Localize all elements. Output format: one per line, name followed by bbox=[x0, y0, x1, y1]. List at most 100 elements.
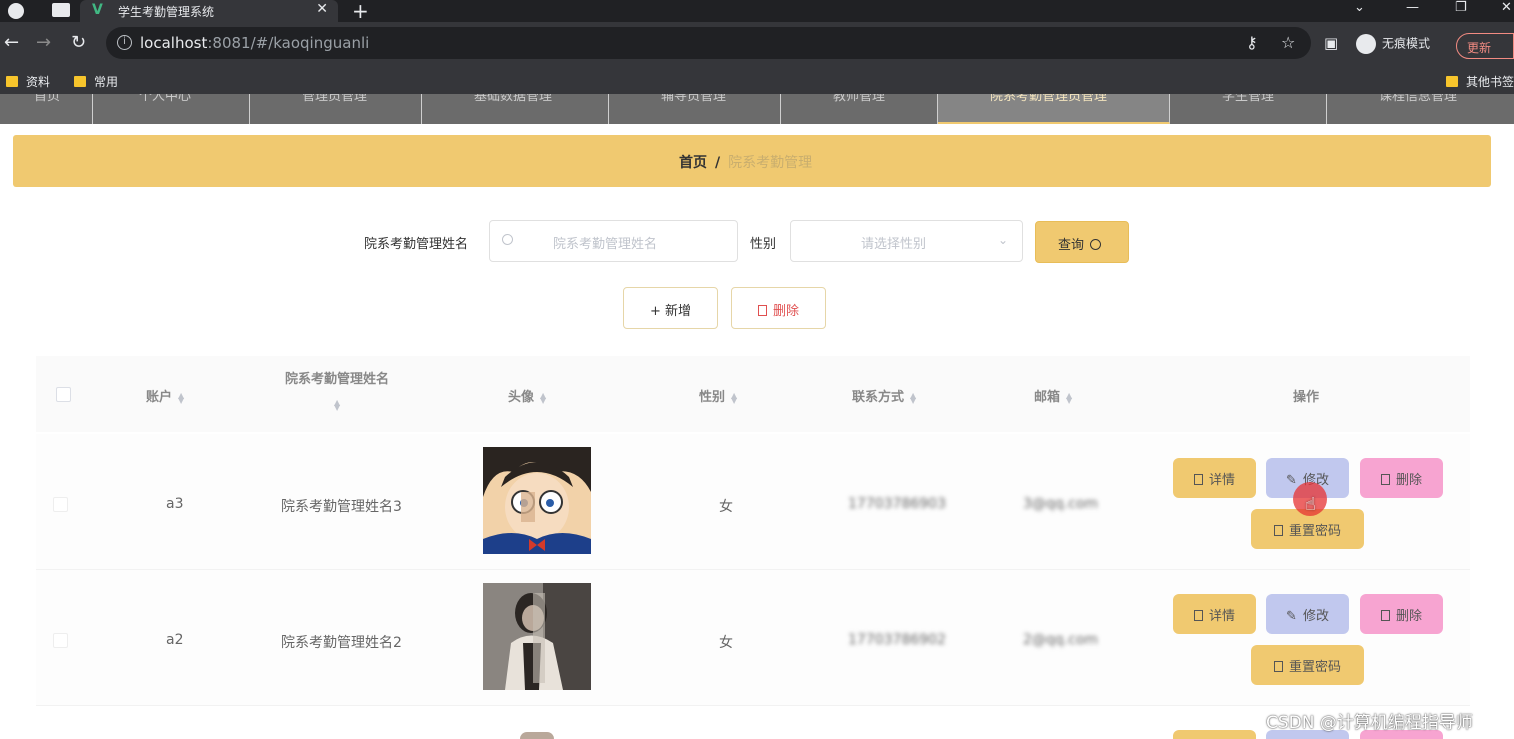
url-host: localhost bbox=[140, 34, 208, 52]
column-label: 邮箱 bbox=[1034, 390, 1061, 405]
update-button[interactable]: 更新 bbox=[1456, 33, 1514, 59]
new-tab-icon[interactable]: + bbox=[352, 0, 369, 23]
globe-icon[interactable] bbox=[8, 3, 24, 19]
detail-label: 详情 bbox=[1208, 473, 1235, 488]
detail-button[interactable] bbox=[1173, 730, 1256, 739]
browser-tab[interactable]: V 学生考勤管理系统 ✕ bbox=[80, 0, 338, 22]
nav-item-home[interactable]: 首页 bbox=[0, 94, 93, 124]
bookmark-label: 常用 bbox=[94, 75, 119, 89]
sort-icon[interactable]: ▲ ▼ bbox=[731, 391, 737, 404]
nav-item-teacher[interactable]: 教师管理 bbox=[781, 94, 938, 124]
site-info-icon[interactable]: i bbox=[117, 35, 132, 50]
nav-label: 院系考勤管理员管理 bbox=[990, 94, 1108, 104]
tab-close-icon[interactable]: ✕ bbox=[316, 1, 328, 17]
sort-icon[interactable]: ▲ ▼ bbox=[1066, 391, 1072, 404]
trash-icon bbox=[1380, 610, 1390, 621]
nav-item-admin[interactable]: 管理员管理 bbox=[250, 94, 422, 124]
bulk-delete-button[interactable]: 删除 bbox=[731, 287, 826, 329]
address-bar: ← → ↻ i localhost:8081/#/kaoqinguanli ⚷ … bbox=[0, 22, 1514, 66]
query-button[interactable]: 查询 bbox=[1035, 221, 1129, 263]
sort-icon[interactable]: ▲ ▼ bbox=[334, 399, 340, 412]
add-button[interactable]: + 新增 bbox=[623, 287, 718, 329]
window-close-icon[interactable]: ✕ bbox=[1501, 0, 1512, 15]
column-header-email[interactable]: 邮箱 ▲ ▼ bbox=[1034, 386, 1072, 405]
sort-icon[interactable]: ▲ ▼ bbox=[540, 391, 546, 404]
tab-search-icon[interactable] bbox=[52, 3, 70, 17]
detail-label: 详情 bbox=[1208, 609, 1235, 624]
bookmarks-bar: 资料 常用 其他书签 bbox=[0, 66, 1514, 94]
avatar[interactable] bbox=[520, 732, 554, 739]
delete-label: 删除 bbox=[1395, 473, 1422, 488]
minimize-icon[interactable]: — bbox=[1406, 0, 1419, 15]
gender-select[interactable]: 请选择性别 ⌄ bbox=[790, 220, 1023, 262]
nav-item-course[interactable]: 课程信息管理 bbox=[1327, 94, 1514, 124]
cell-email: 3@qq.com bbox=[1023, 496, 1099, 512]
edit-button[interactable]: ✎ 修改 bbox=[1266, 594, 1349, 634]
column-label: 院系考勤管理姓名 bbox=[285, 372, 390, 387]
breadcrumb-separator: / bbox=[715, 155, 721, 171]
name-search-input[interactable]: 院系考勤管理姓名 bbox=[489, 220, 738, 262]
sidebar-icon[interactable]: ▣ bbox=[1324, 33, 1338, 53]
document-icon bbox=[1193, 610, 1203, 621]
cell-phone: 17703786902 bbox=[848, 632, 946, 648]
bookmark-folder-2[interactable]: 常用 bbox=[74, 73, 118, 90]
browser-tab-bar: V 学生考勤管理系统 ✕ + ⌄ — ❐ ✕ bbox=[0, 0, 1514, 23]
avatar[interactable] bbox=[483, 583, 591, 690]
url-field[interactable]: i localhost:8081/#/kaoqinguanli ⚷ ☆ bbox=[106, 27, 1311, 59]
bookmark-label: 资料 bbox=[26, 75, 51, 89]
cell-email: 2@qq.com bbox=[1023, 632, 1099, 648]
nav-item-student[interactable]: 学生管理 bbox=[1170, 94, 1327, 124]
top-nav: 首页 个人中心 管理员管理 基础数据管理 辅导员管理 教师管理 院系考勤管理员管… bbox=[0, 94, 1514, 124]
delete-button[interactable]: 删除 bbox=[1360, 458, 1443, 498]
detail-button[interactable]: 详情 bbox=[1173, 594, 1256, 634]
sort-icon[interactable]: ▲ ▼ bbox=[910, 391, 916, 404]
query-label: 查询 bbox=[1058, 238, 1085, 253]
pencil-icon: ✎ bbox=[1286, 609, 1297, 624]
table-row: a3 院系考勤管理姓名3 女 17703786903 3@qq.com 详情 ✎… bbox=[36, 434, 1470, 570]
folder-icon bbox=[74, 76, 86, 87]
nav-label: 课程信息管理 bbox=[1379, 94, 1458, 104]
incognito-label: 无痕模式 bbox=[1382, 36, 1431, 51]
add-label: + 新增 bbox=[649, 304, 692, 319]
bookmark-folder-1[interactable]: 资料 bbox=[6, 73, 50, 90]
column-header-phone[interactable]: 联系方式 ▲ ▼ bbox=[852, 386, 916, 405]
breadcrumb-home[interactable]: 首页 bbox=[679, 155, 707, 171]
cell-account: a3 bbox=[166, 496, 184, 512]
column-header-gender[interactable]: 性别 ▲ ▼ bbox=[699, 386, 737, 405]
forward-icon[interactable]: → bbox=[36, 33, 51, 53]
folder-icon bbox=[6, 76, 18, 87]
column-header-account[interactable]: 账户 ▲ ▼ bbox=[146, 386, 184, 405]
column-label: 性别 bbox=[699, 390, 726, 405]
bookmark-star-icon[interactable]: ☆ bbox=[1281, 33, 1295, 52]
pencil-icon: ✎ bbox=[1286, 473, 1297, 488]
restore-icon[interactable]: ❐ bbox=[1455, 0, 1467, 15]
other-bookmarks[interactable]: 其他书签 bbox=[1446, 73, 1514, 90]
back-icon[interactable]: ← bbox=[4, 33, 19, 53]
incognito-indicator[interactable]: 无痕模式 bbox=[1356, 34, 1430, 54]
key-icon[interactable]: ⚷ bbox=[1246, 33, 1258, 52]
reload-icon[interactable]: ↻ bbox=[71, 33, 86, 53]
sort-icon[interactable]: ▲ ▼ bbox=[178, 391, 184, 404]
nav-label: 个人中心 bbox=[139, 94, 192, 104]
column-label: 头像 bbox=[508, 390, 535, 405]
reset-password-button[interactable]: 重置密码 bbox=[1251, 645, 1364, 685]
nav-item-basedata[interactable]: 基础数据管理 bbox=[422, 94, 609, 124]
nav-item-counselor[interactable]: 辅导员管理 bbox=[609, 94, 781, 124]
url-path: :8081/#/kaoqinguanli bbox=[207, 34, 370, 52]
breadcrumb-current: 院系考勤管理 bbox=[728, 155, 813, 171]
name-placeholder: 院系考勤管理姓名 bbox=[553, 237, 658, 252]
nav-label: 学生管理 bbox=[1222, 94, 1275, 104]
delete-button[interactable]: 删除 bbox=[1360, 594, 1443, 634]
table-header: 账户 ▲ ▼ 院系考勤管理姓名 ▲ ▼ 头像 ▲ ▼ 性别 ▲ ▼ 联系方式 ▲ ▼ 邮箱 ▲ ▼ 操… bbox=[36, 356, 1470, 432]
column-header-avatar[interactable]: 头像 ▲ ▼ bbox=[508, 386, 546, 405]
row-checkbox[interactable] bbox=[53, 633, 68, 648]
vue-logo-icon: V bbox=[92, 2, 103, 18]
tab-list-chevron-icon[interactable]: ⌄ bbox=[1354, 0, 1365, 15]
nav-item-profile[interactable]: 个人中心 bbox=[93, 94, 250, 124]
nav-item-dept-attendance[interactable]: 院系考勤管理员管理 bbox=[938, 94, 1170, 124]
row-checkbox[interactable] bbox=[53, 497, 68, 512]
avatar[interactable] bbox=[483, 447, 591, 554]
detail-button[interactable]: 详情 bbox=[1173, 458, 1256, 498]
column-header-name[interactable]: 院系考勤管理姓名 bbox=[285, 368, 389, 387]
select-all-checkbox[interactable] bbox=[56, 387, 71, 402]
